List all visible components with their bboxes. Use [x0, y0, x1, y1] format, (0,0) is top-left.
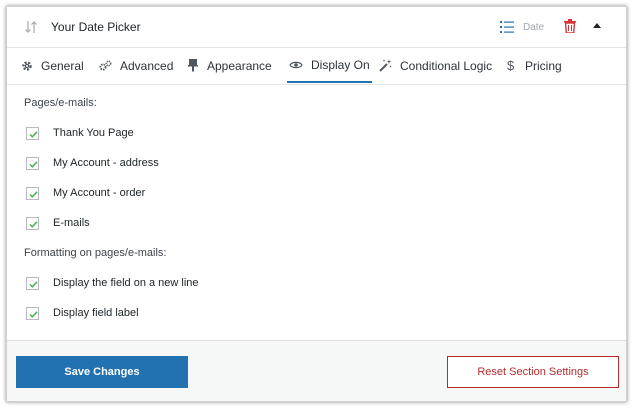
pages-section-label: Pages/e-mails: [24, 97, 97, 109]
field-header[interactable]: Your Date Picker Date [7, 7, 626, 48]
checkbox[interactable] [26, 156, 39, 170]
option-label: My Account - order [53, 187, 146, 199]
trash-icon[interactable] [564, 19, 576, 36]
tab-label: Pricing [525, 58, 562, 73]
option-my-account-address[interactable]: My Account - address [26, 155, 159, 171]
check-icon [29, 280, 38, 288]
tab-label: Conditional Logic [400, 58, 493, 73]
tab-conditional-logic[interactable]: Conditional Logic [379, 48, 492, 83]
tab-label: Appearance [207, 58, 272, 73]
check-icon [29, 220, 38, 228]
option-new-line[interactable]: Display the field on a new line [26, 275, 199, 291]
option-label: My Account - address [53, 157, 159, 169]
tab-pricing[interactable]: $ Pricing [507, 48, 562, 83]
check-icon [29, 310, 38, 318]
collapse-caret-icon[interactable] [593, 23, 601, 28]
formatting-section-label: Formatting on pages/e-mails: [24, 247, 167, 259]
tab-label: Advanced [120, 58, 174, 73]
tab-display-on[interactable]: Display On [287, 48, 372, 83]
gears-icon [99, 60, 112, 70]
check-icon [29, 130, 38, 138]
field-panel: Your Date Picker Date General Advanced A… [7, 7, 626, 341]
checkbox[interactable] [26, 126, 39, 140]
field-type-label: Date [523, 22, 545, 33]
checkbox[interactable] [26, 276, 39, 290]
option-my-account-order[interactable]: My Account - order [26, 185, 145, 201]
checkbox[interactable] [26, 216, 39, 230]
tab-appearance[interactable]: Appearance [187, 48, 272, 83]
check-icon [29, 190, 38, 198]
option-label: Display the field on a new line [53, 277, 199, 289]
tab-general[interactable]: General [21, 48, 84, 83]
settings-tabs: General Advanced Appearance Display On C… [7, 48, 626, 85]
gear-icon [22, 60, 32, 71]
tab-advanced[interactable]: Advanced [99, 48, 173, 83]
eye-icon [289, 61, 303, 68]
option-thank-you-page[interactable]: Thank You Page [26, 125, 134, 141]
checkbox[interactable] [26, 306, 39, 320]
list-icon [500, 21, 514, 36]
tab-label: General [41, 58, 84, 73]
save-changes-button[interactable]: Save Changes [16, 356, 188, 388]
option-label: E-mails [53, 217, 90, 229]
option-field-label[interactable]: Display field label [26, 305, 139, 321]
brush-icon [188, 59, 198, 72]
check-icon [29, 160, 38, 168]
magic-wand-icon [379, 59, 392, 72]
reset-section-button[interactable]: Reset Section Settings [447, 356, 619, 388]
field-settings-card: Your Date Picker Date General Advanced A… [6, 6, 627, 402]
field-title: Your Date Picker [51, 20, 141, 34]
option-label: Display field label [53, 307, 139, 319]
checkbox[interactable] [26, 186, 39, 200]
option-e-mails[interactable]: E-mails [26, 215, 90, 231]
dollar-icon: $ [507, 58, 515, 73]
tab-label: Display On [311, 57, 370, 72]
sort-icon[interactable] [23, 19, 39, 35]
option-label: Thank You Page [53, 127, 134, 139]
